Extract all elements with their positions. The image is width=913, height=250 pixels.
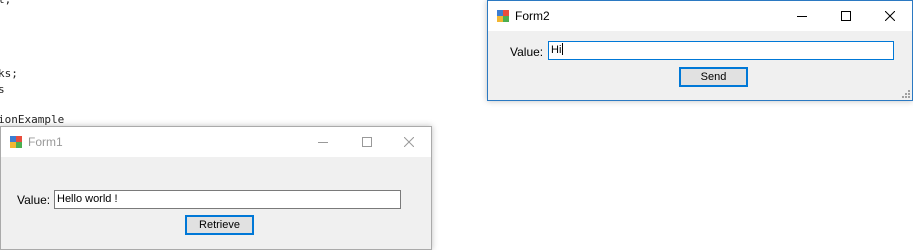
code-line: l; <box>0 0 11 6</box>
close-icon <box>885 11 895 21</box>
value-input-text: Hi <box>551 44 562 56</box>
maximize-button[interactable] <box>824 1 868 31</box>
form2-titlebar[interactable]: Form2 <box>488 1 912 31</box>
minimize-icon <box>318 142 328 143</box>
minimize-button[interactable] <box>301 127 345 157</box>
text-caret <box>562 43 564 56</box>
resize-grip-icon[interactable] <box>902 90 910 98</box>
send-button[interactable]: Send <box>679 67 748 87</box>
maximize-icon <box>841 11 851 21</box>
form1-window: Form1 Value: Hello world ! Retrieve <box>0 126 432 250</box>
app-icon <box>10 136 22 148</box>
form1-title: Form1 <box>28 135 63 149</box>
value-input[interactable]: Hi <box>548 41 894 60</box>
form2-window: Form2 Value: Hi Send <box>487 0 913 101</box>
desktop: l; ks; s ionExample Form2 Value: <box>0 0 913 250</box>
minimize-icon <box>797 16 807 17</box>
value-input-text: Hello world ! <box>57 193 118 205</box>
app-icon <box>497 10 509 22</box>
form2-title: Form2 <box>515 9 550 23</box>
close-button[interactable] <box>387 127 431 157</box>
value-input[interactable]: Hello world ! <box>54 190 401 209</box>
code-line: s <box>0 83 5 96</box>
close-icon <box>404 137 414 147</box>
maximize-icon <box>362 137 372 147</box>
close-button[interactable] <box>868 1 912 31</box>
value-label: Value: <box>510 45 544 59</box>
value-label: Value: <box>17 193 51 207</box>
retrieve-button[interactable]: Retrieve <box>185 215 254 235</box>
maximize-button[interactable] <box>345 127 389 157</box>
code-line: ks; <box>0 67 18 80</box>
form1-titlebar[interactable]: Form1 <box>1 127 431 157</box>
minimize-button[interactable] <box>780 1 824 31</box>
code-line: ionExample <box>0 113 65 126</box>
